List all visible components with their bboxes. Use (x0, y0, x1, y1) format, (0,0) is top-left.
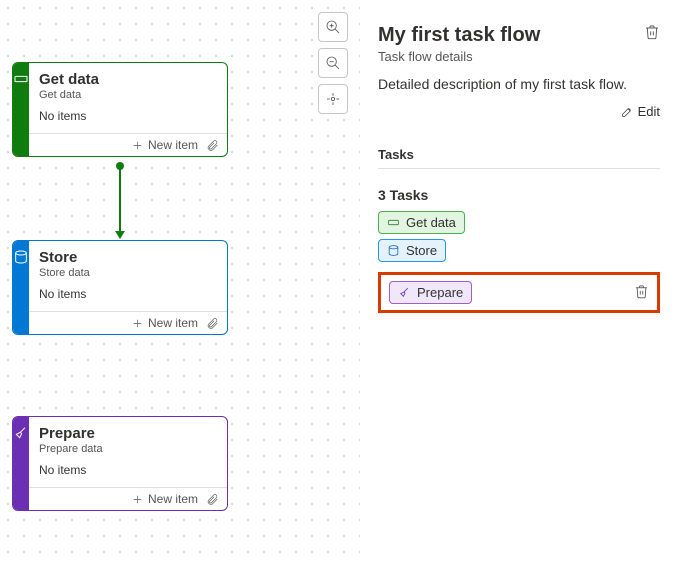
new-item-button[interactable]: New item (131, 138, 198, 152)
task-pill-list: Get data Store Prepare (378, 211, 660, 313)
new-item-label: New item (148, 492, 198, 506)
panel-title: My first task flow (378, 24, 540, 47)
new-item-button[interactable]: New item (131, 316, 198, 330)
pencil-icon (621, 105, 634, 118)
node-items: No items (29, 283, 227, 311)
tasks-section-label: Tasks (378, 147, 660, 169)
selected-task-row: Prepare (378, 272, 660, 313)
attachment-icon[interactable] (206, 317, 219, 330)
node-subtitle: Prepare data (39, 443, 217, 455)
new-item-button[interactable]: New item (131, 492, 198, 506)
edit-button[interactable]: Edit (621, 104, 660, 119)
database-icon (387, 244, 400, 257)
scroll-icon (13, 71, 29, 87)
plus-icon (131, 139, 144, 152)
edit-label: Edit (638, 104, 660, 119)
task-count: 3 Tasks (378, 187, 660, 203)
node-items: No items (29, 459, 227, 487)
node-color-bar (13, 241, 29, 334)
node-color-bar (13, 417, 29, 510)
zoom-in-button[interactable] (318, 12, 348, 42)
zoom-in-icon (325, 19, 341, 35)
pill-label: Prepare (417, 285, 463, 300)
node-title: Get data (39, 71, 217, 88)
node-items: No items (29, 105, 227, 133)
broom-icon (398, 286, 411, 299)
scroll-icon (387, 216, 400, 229)
plus-icon (131, 317, 144, 330)
node-title: Prepare (39, 425, 217, 442)
zoom-out-icon (325, 55, 341, 71)
attachment-icon[interactable] (206, 493, 219, 506)
flow-canvas[interactable]: Get data Get data No items New item Stor… (0, 0, 360, 566)
node-subtitle: Store data (39, 267, 217, 279)
zoom-out-button[interactable] (318, 48, 348, 78)
attachment-icon[interactable] (206, 139, 219, 152)
node-color-bar (13, 63, 29, 156)
details-panel: My first task flow Task flow details Det… (360, 0, 678, 566)
delete-flow-button[interactable] (644, 24, 660, 43)
task-node-get-data[interactable]: Get data Get data No items New item (12, 62, 228, 157)
panel-description: Detailed description of my first task fl… (378, 76, 660, 92)
task-pill-get-data[interactable]: Get data (378, 211, 465, 234)
trash-icon (644, 24, 660, 40)
node-subtitle: Get data (39, 89, 217, 101)
database-icon (13, 249, 29, 265)
task-node-store[interactable]: Store Store data No items New item (12, 240, 228, 335)
pill-label: Get data (406, 215, 456, 230)
trash-icon (634, 284, 649, 299)
fit-view-icon (325, 91, 341, 107)
connector-arrow (119, 166, 121, 238)
plus-icon (131, 493, 144, 506)
new-item-label: New item (148, 138, 198, 152)
task-pill-prepare[interactable]: Prepare (389, 281, 472, 304)
pill-label: Store (406, 243, 437, 258)
delete-task-button[interactable] (634, 284, 649, 302)
task-node-prepare[interactable]: Prepare Prepare data No items New item (12, 416, 228, 511)
zoom-fit-button[interactable] (318, 84, 348, 114)
panel-subtitle: Task flow details (378, 49, 540, 64)
new-item-label: New item (148, 316, 198, 330)
node-title: Store (39, 249, 217, 266)
task-pill-store[interactable]: Store (378, 239, 446, 262)
zoom-controls (318, 12, 348, 114)
broom-icon (13, 425, 29, 441)
